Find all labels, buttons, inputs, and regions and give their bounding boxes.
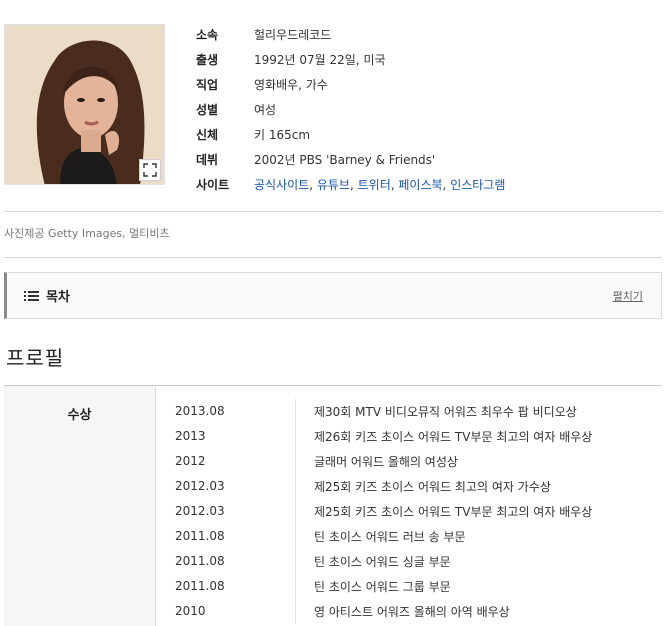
divider	[4, 257, 662, 258]
info-value: 2002년 PBS 'Barney & Friends'	[254, 153, 436, 167]
section-title-profile: 프로필	[6, 346, 65, 370]
separator: ,	[309, 178, 317, 192]
separator: ,	[349, 178, 358, 192]
info-row-sites: 사이트 공식사이트, 유튜브, 트위터, 페이스북, 인스타그램	[196, 172, 505, 197]
table-row: 2011.08 틴 초이스 어워드 그룹 부문	[156, 574, 662, 599]
award-date: 2011.08	[156, 574, 296, 599]
award-date: 2013	[156, 424, 296, 449]
info-row-gender: 성별 여성	[196, 97, 505, 122]
award-name: 제26회 키즈 초이스 어워드 TV부문 최고의 여자 배우상	[314, 430, 593, 444]
divider	[4, 211, 662, 212]
award-name: 영 아티스트 어워즈 올해의 아역 배우상	[314, 605, 510, 619]
info-label: 데뷔	[196, 153, 219, 167]
award-name: 제25회 키즈 초이스 어워드 TV부문 최고의 여자 배우상	[314, 505, 593, 519]
info-label: 직업	[196, 78, 219, 92]
link-official-site[interactable]: 공식사이트	[254, 178, 309, 192]
award-date: 2010	[156, 599, 296, 624]
info-row-birth: 출생 1992년 07월 22일, 미국	[196, 47, 505, 72]
info-value: 1992년 07월 22일, 미국	[254, 53, 386, 67]
awards-table: 수상 2013.08 제30회 MTV 비디오뮤직 어워즈 최우수 팝 비디오상…	[4, 385, 662, 626]
award-name: 틴 초이스 어워드 그룹 부문	[314, 580, 451, 594]
info-row-agency: 소속 헐리우드레코드	[196, 22, 505, 47]
info-label: 출생	[196, 53, 219, 67]
award-name: 글래머 어워드 올해의 여성상	[314, 455, 458, 469]
awards-label: 수상	[4, 386, 156, 626]
profile-photo[interactable]	[4, 24, 165, 185]
table-row: 2013 제26회 키즈 초이스 어워드 TV부문 최고의 여자 배우상	[156, 424, 662, 449]
table-row: 2011.08 틴 초이스 어워드 러브 송 부문	[156, 524, 662, 549]
info-value: 영화배우, 가수	[254, 78, 328, 92]
toc-expand-link[interactable]: 펼치기	[613, 288, 643, 304]
table-of-contents: 목차 펼치기	[4, 272, 662, 319]
award-date: 2011.08	[156, 549, 296, 574]
award-name: 틴 초이스 어워드 러브 송 부문	[314, 530, 466, 544]
info-value: 키 165cm	[254, 128, 311, 142]
info-value: 헐리우드레코드	[254, 28, 332, 42]
award-date: 2012.03	[156, 499, 296, 524]
award-date: 2011.08	[156, 524, 296, 549]
info-label: 사이트	[196, 178, 230, 192]
info-label: 신체	[196, 128, 219, 142]
info-label: 소속	[196, 28, 219, 42]
award-name: 제30회 MTV 비디오뮤직 어워즈 최우수 팝 비디오상	[314, 405, 577, 419]
link-instagram[interactable]: 인스타그램	[450, 178, 505, 192]
link-facebook[interactable]: 페이스북	[398, 178, 442, 192]
info-row-job: 직업 영화배우, 가수	[196, 72, 505, 97]
award-date: 2013.08	[156, 399, 296, 424]
toc-title: 목차	[46, 290, 70, 305]
expand-icon	[143, 163, 157, 177]
info-value: 여성	[254, 103, 277, 117]
link-youtube[interactable]: 유튜브	[317, 178, 350, 192]
photo-credit: 사진제공 Getty Images, 멀티비츠	[4, 227, 170, 240]
info-label: 성별	[196, 103, 219, 117]
table-row: 2011.08 틴 초이스 어워드 싱글 부문	[156, 549, 662, 574]
award-name: 제25회 키즈 초이스 어워드 최고의 여자 가수상	[314, 480, 551, 494]
award-date: 2012.03	[156, 474, 296, 499]
link-twitter[interactable]: 트위터	[358, 178, 391, 192]
site-links: 공식사이트, 유튜브, 트위터, 페이스북, 인스타그램	[254, 176, 505, 193]
table-row: 2012.03 제25회 키즈 초이스 어워드 최고의 여자 가수상	[156, 474, 662, 499]
info-row-body: 신체 키 165cm	[196, 122, 505, 147]
table-row: 2013.08 제30회 MTV 비디오뮤직 어워즈 최우수 팝 비디오상	[156, 399, 662, 424]
expand-photo-button[interactable]	[139, 159, 161, 181]
award-name: 틴 초이스 어워드 싱글 부문	[314, 555, 451, 569]
info-row-debut: 데뷔 2002년 PBS 'Barney & Friends'	[196, 147, 505, 172]
table-row: 2010 영 아티스트 어워즈 올해의 아역 배우상	[156, 599, 662, 624]
table-row: 2012 글래머 어워드 올해의 여성상	[156, 449, 662, 474]
profile-info: 소속 헐리우드레코드 출생 1992년 07월 22일, 미국 직업 영화배우,…	[196, 22, 505, 197]
award-date: 2012	[156, 449, 296, 474]
table-row: 2012.03 제25회 키즈 초이스 어워드 TV부문 최고의 여자 배우상	[156, 499, 662, 524]
list-icon	[24, 290, 39, 301]
